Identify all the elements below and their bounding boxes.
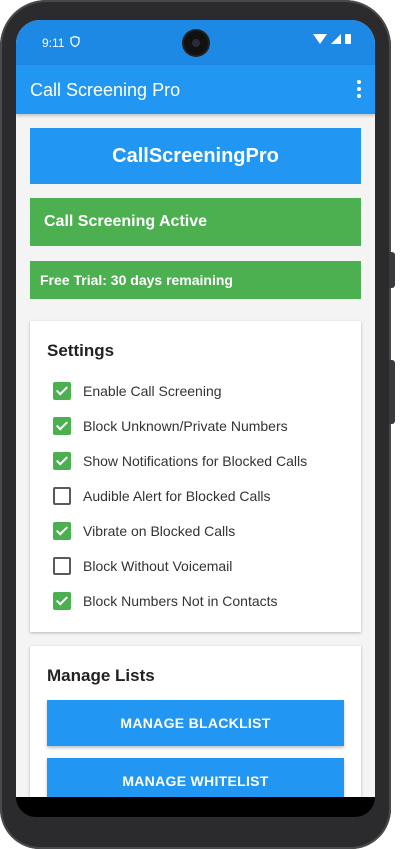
setting-checkbox[interactable]	[53, 416, 71, 435]
setting-row[interactable]: Block Unknown/Private Numbers	[47, 408, 344, 443]
status-time: 9:11	[42, 36, 65, 50]
setting-label: Enable Call Screening	[83, 382, 222, 399]
setting-label: Block Numbers Not in Contacts	[83, 592, 278, 609]
front-camera	[184, 31, 208, 55]
setting-checkbox[interactable]	[53, 521, 71, 540]
phone-screen: 9:11 Call Screening Pro CallScreeningPro…	[16, 20, 375, 797]
settings-title: Settings	[47, 341, 115, 360]
setting-checkbox[interactable]	[53, 381, 71, 400]
setting-checkbox[interactable]	[53, 451, 71, 470]
manage-blacklist-button[interactable]: MANAGE BLACKLIST	[47, 700, 344, 746]
bottom-bezel	[16, 797, 375, 817]
setting-row[interactable]: Show Notifications for Blocked Calls	[47, 443, 344, 478]
setting-checkbox[interactable]	[53, 556, 71, 575]
setting-label: Show Notifications for Blocked Calls	[83, 452, 308, 469]
setting-label: Block Without Voicemail	[83, 557, 233, 574]
trial-status-banner: Free Trial: 30 days remaining	[30, 261, 361, 299]
manage-lists-card: Manage Lists MANAGE BLACKLIST MANAGE WHI…	[30, 646, 361, 797]
volume-button	[389, 360, 395, 424]
setting-row[interactable]: Block Numbers Not in Contacts	[47, 583, 344, 618]
wifi-icon	[313, 34, 327, 44]
battery-icon	[345, 34, 351, 44]
setting-label: Block Unknown/Private Numbers	[83, 417, 288, 434]
setting-row[interactable]: Block Without Voicemail	[47, 548, 344, 583]
setting-row[interactable]: Vibrate on Blocked Calls	[47, 513, 344, 548]
signal-icon	[331, 34, 341, 44]
settings-card: Settings Enable Call Screening Block Unkn…	[30, 321, 361, 632]
manage-lists-title: Manage Lists	[47, 666, 155, 685]
setting-label: Audible Alert for Blocked Calls	[83, 487, 271, 504]
setting-checkbox[interactable]	[53, 486, 71, 505]
settings-list: Enable Call Screening Block Unknown/Priva…	[47, 373, 344, 618]
shield-icon	[70, 35, 80, 50]
setting-row[interactable]: Audible Alert for Blocked Calls	[47, 478, 344, 513]
power-button	[389, 252, 395, 288]
setting-label: Vibrate on Blocked Calls	[83, 522, 236, 539]
app-bar: Call Screening Pro	[16, 65, 375, 114]
main-content: CallScreeningPro Call Screening Active F…	[16, 114, 375, 797]
status-bar: 9:11	[16, 20, 375, 65]
brand-banner: CallScreeningPro	[30, 128, 361, 184]
screening-status-banner: Call Screening Active	[30, 198, 361, 246]
manage-whitelist-button[interactable]: MANAGE WHITELIST	[47, 758, 344, 797]
app-title: Call Screening Pro	[30, 80, 181, 100]
setting-checkbox[interactable]	[53, 591, 71, 610]
setting-row[interactable]: Enable Call Screening	[47, 373, 344, 408]
overflow-menu-icon[interactable]	[357, 80, 361, 98]
status-icons	[313, 34, 351, 44]
